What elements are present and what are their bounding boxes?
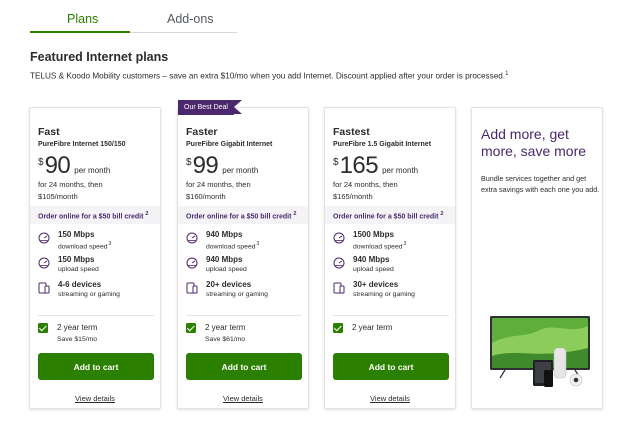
plan-price: $ 90 per month [38,154,110,178]
bundle-title: Add more, get more, save more [481,126,587,159]
speed-gauge-icon [38,257,50,269]
feature-download: 1500 Mbps download speed3 [333,230,451,254]
tab-plans[interactable]: Plans [67,12,98,26]
tab-add-ons[interactable]: Add-ons [167,12,214,26]
term-checkbox[interactable] [38,323,48,333]
devices-icon [333,282,345,294]
divider [186,315,302,316]
plan-name: Fastest [333,126,370,138]
devices-bundle-illustration [490,316,590,387]
price-period: per month [382,166,419,175]
feature-devices: 4-6 devices streaming or gaming [38,280,156,304]
feature-devices: 30+ devices streaming or gaming [333,280,451,304]
plan-product: PureFibre Internet 150/150 [38,141,126,148]
savings-text: Save $61/mo [205,336,246,343]
bill-credit-banner: Order online for a $50 bill credit 2 [325,206,455,224]
feature-download: 150 Mbps download speed3 [38,230,156,254]
price-currency: $ [38,157,44,168]
feature-upload: 940 Mbps upload speed [186,255,304,279]
term-checkbox[interactable] [333,323,343,333]
plan-card-fastest: Fastest PureFibre 1.5 Gigabit Internet $… [324,107,456,409]
feature-download: 940 Mbps download speed3 [186,230,304,254]
speed-gauge-icon [38,232,50,244]
term-label: 2 year term [352,323,393,332]
term-label: 2 year term [57,323,98,332]
price-currency: $ [333,157,339,168]
bill-credit-banner: Order online for a $50 bill credit 2 [30,206,160,224]
promo-text: TELUS & Koodo Mobility customers – save … [30,71,509,81]
price-term: for 24 months, then $105/month [38,180,103,201]
speed-gauge-icon [333,232,345,244]
bundle-body: Bundle services together and get extra s… [481,174,600,194]
devices-icon [38,282,50,294]
view-details-link[interactable]: View details [30,394,160,403]
price-term: for 24 months, then $160/month [186,180,251,201]
plan-product: PureFibre 1.5 Gigabit Internet [333,141,432,148]
speed-gauge-icon [186,257,198,269]
term-checkbox[interactable] [186,323,196,333]
price-currency: $ [186,157,192,168]
add-to-cart-button[interactable]: Add to cart [186,353,302,380]
price-period: per month [222,166,259,175]
divider [333,315,449,316]
best-deal-ribbon: Our Best Deal [178,100,242,115]
feature-upload: 150 Mbps upload speed [38,255,156,279]
plan-price: $ 165 per month [333,154,418,178]
speed-gauge-icon [333,257,345,269]
speed-gauge-icon [186,232,198,244]
plan-name: Faster [186,126,218,138]
term-label: 2 year term [205,323,246,332]
plan-product: PureFibre Gigabit Internet [186,141,273,148]
feature-devices: 20+ devices streaming or gaming [186,280,304,304]
divider [38,315,154,316]
plan-card-faster: Our Best Deal Faster PureFibre Gigabit I… [177,100,309,409]
devices-icon [186,282,198,294]
add-to-cart-button[interactable]: Add to cart [333,353,449,380]
price-term: for 24 months, then $165/month [333,180,398,201]
active-tab-indicator [30,31,130,33]
view-details-link[interactable]: View details [325,394,455,403]
plan-name: Fast [38,126,60,138]
plan-price: $ 99 per month [186,154,258,178]
price-period: per month [74,166,111,175]
bundle-promo-card: Add more, get more, save more Bundle ser… [471,107,603,409]
section-title: Featured Internet plans [30,50,169,64]
savings-text: Save $15/mo [57,336,98,343]
bill-credit-banner: Order online for a $50 bill credit 2 [178,206,308,224]
add-to-cart-button[interactable]: Add to cart [38,353,154,380]
price-amount: 90 [44,152,71,179]
tab-bar: Plans Add-ons [30,0,237,33]
feature-upload: 940 Mbps upload speed [333,255,451,279]
view-details-link[interactable]: View details [178,394,308,403]
price-amount: 99 [192,152,219,179]
price-amount: 165 [339,152,379,179]
plan-card-fast: Fast PureFibre Internet 150/150 $ 90 per… [29,107,161,409]
